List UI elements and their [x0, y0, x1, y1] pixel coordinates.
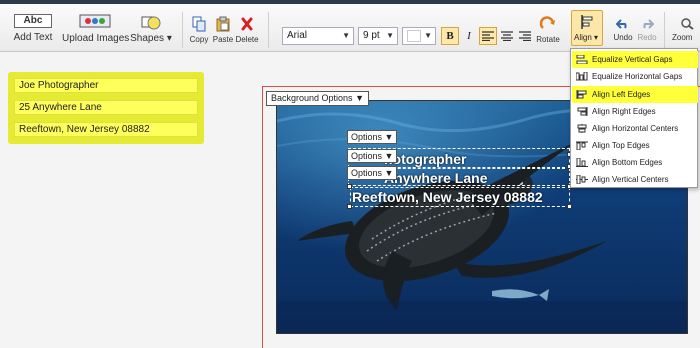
menu-item-equalize-horizontal-gaps[interactable]: Equalize Horizontal Gaps — [572, 68, 698, 85]
menu-item-align-bottom-edges[interactable]: Align Bottom Edges — [572, 154, 698, 171]
redo-label: Redo — [637, 33, 657, 42]
add-text-button[interactable]: Abc Add Text — [10, 14, 56, 43]
toolbar-divider — [268, 12, 269, 48]
add-text-icon: Abc — [14, 14, 52, 28]
text-field-line-1[interactable]: Joe Photographer — [14, 78, 198, 93]
upload-images-label: Upload Images — [62, 33, 130, 44]
paste-icon — [216, 16, 230, 32]
toolbar-divider — [182, 12, 183, 48]
font-size-select[interactable]: 9 pt ▼ — [358, 27, 398, 45]
chevron-down-icon: ▼ — [342, 31, 350, 40]
text-field-line-3[interactable]: Reeftown, New Jersey 08882 — [14, 122, 198, 137]
background-options-button[interactable]: Background Options ▼ — [266, 91, 369, 106]
text-align-center-button[interactable] — [498, 27, 516, 45]
zoom-label: Zoom — [672, 33, 693, 42]
undo-label: Undo — [613, 33, 633, 42]
equalize-vertical-gaps-icon — [576, 55, 588, 64]
equalize-horizontal-gaps-icon — [576, 72, 588, 81]
background-options-label: Background Options — [271, 93, 353, 103]
text-align-left-button[interactable] — [479, 27, 497, 45]
align-left-icon — [482, 31, 494, 42]
align-right-icon — [519, 31, 531, 42]
zoom-button[interactable]: Zoom — [672, 18, 700, 42]
paste-button[interactable]: Paste — [211, 16, 235, 44]
options-button-2[interactable]: Options ▼ — [347, 149, 398, 163]
align-button[interactable]: Align ▾ — [571, 10, 603, 46]
delete-button[interactable]: Delete — [235, 16, 259, 44]
menu-item-align-vertical-centers[interactable]: Align Vertical Centers — [572, 171, 698, 188]
upload-images-button[interactable]: Upload Images — [62, 14, 130, 44]
rotate-label: Rotate — [536, 35, 560, 44]
menu-item-align-right-edges[interactable]: Align Right Edges — [572, 103, 698, 120]
shapes-icon — [141, 16, 161, 30]
canvas-text-line-3[interactable]: Reeftown, New Jersey 08882 — [352, 189, 543, 205]
text-field-line-2[interactable]: 25 Anywhere Lane — [14, 100, 198, 115]
copy-label: Copy — [189, 35, 209, 44]
resize-handle[interactable] — [567, 204, 572, 209]
zoom-icon — [681, 18, 694, 30]
toolbar-divider — [664, 12, 665, 48]
italic-button[interactable]: I — [460, 27, 478, 45]
delete-icon — [241, 17, 253, 31]
align-left-edges-icon — [576, 90, 587, 99]
shapes-label: Shapes ▾ — [130, 33, 172, 44]
menu-item-align-left-edges[interactable]: Align Left Edges — [572, 86, 698, 103]
copy-button[interactable]: Copy — [188, 16, 210, 44]
align-icon — [581, 15, 593, 29]
paste-label: Paste — [212, 35, 234, 44]
undo-button[interactable]: Undo — [612, 18, 634, 42]
upload-images-icon — [79, 14, 111, 28]
font-family-value: Arial — [287, 30, 308, 41]
redo-button[interactable]: Redo — [636, 18, 658, 42]
options-button-3[interactable]: Options ▼ — [347, 166, 398, 180]
align-horizontal-centers-icon — [577, 124, 587, 133]
options-button-1[interactable]: Options ▼ — [347, 130, 398, 144]
menu-item-align-top-edges[interactable]: Align Top Edges — [572, 137, 698, 154]
rotate-button[interactable]: Rotate — [534, 14, 562, 44]
copy-icon — [192, 16, 206, 32]
text-align-right-button[interactable] — [516, 27, 534, 45]
canvas-text-line-2[interactable]: Anywhere Lane — [384, 170, 487, 186]
font-color-picker[interactable]: ▼ — [402, 27, 436, 45]
align-top-edges-icon — [576, 141, 588, 150]
align-center-icon — [501, 31, 513, 42]
shapes-button[interactable]: Shapes ▾ — [130, 14, 172, 44]
menu-item-align-horizontal-centers[interactable]: Align Horizontal Centers — [572, 120, 698, 137]
chevron-down-icon: ▼ — [424, 31, 432, 40]
font-family-select[interactable]: Arial ▼ — [282, 27, 354, 45]
align-right-edges-icon — [577, 107, 588, 116]
redo-icon — [643, 19, 655, 29]
resize-handle[interactable] — [347, 204, 352, 209]
rotate-icon — [539, 16, 555, 29]
color-swatch — [407, 30, 421, 42]
undo-icon — [615, 19, 627, 29]
delete-label: Delete — [235, 35, 259, 44]
menu-item-equalize-vertical-gaps[interactable]: Equalize Vertical Gaps — [572, 51, 698, 68]
align-label: Align ▾ — [574, 33, 599, 42]
align-bottom-edges-icon — [576, 158, 588, 167]
font-size-value: 9 pt — [363, 30, 380, 41]
chevron-down-icon: ▼ — [386, 31, 394, 40]
add-text-label: Add Text — [13, 32, 53, 43]
align-vertical-centers-icon — [576, 175, 588, 184]
resize-handle[interactable] — [347, 184, 352, 189]
align-dropdown-menu: Equalize Vertical Gaps Equalize Horizont… — [570, 48, 698, 188]
text-fields-panel: Joe Photographer 25 Anywhere Lane Reefto… — [8, 72, 204, 144]
bold-button[interactable]: B — [441, 27, 459, 45]
